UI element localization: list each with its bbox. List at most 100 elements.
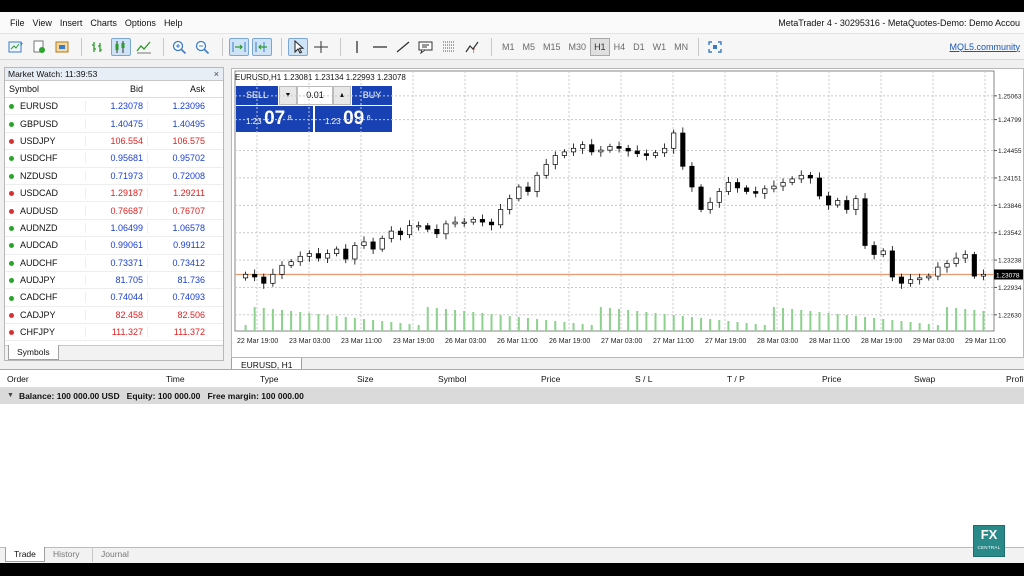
- y-tick-label: 1.24151: [998, 175, 1022, 182]
- auto-scroll-icon[interactable]: [229, 37, 249, 56]
- text-label-icon[interactable]: [416, 38, 436, 56]
- candle-body: [898, 276, 905, 284]
- logo-central: CENTRAL: [977, 545, 1001, 550]
- volume-bar: [372, 320, 375, 331]
- column-current-price[interactable]: Price: [822, 374, 841, 384]
- column-swap[interactable]: Swap: [914, 374, 935, 384]
- tab-journal[interactable]: Journal: [92, 547, 137, 562]
- period-h1[interactable]: H1: [590, 37, 610, 56]
- volume-bar: [536, 319, 539, 331]
- period-m5[interactable]: M5: [519, 38, 540, 56]
- menu-file[interactable]: File: [6, 18, 29, 28]
- ask-cell: 82.506: [147, 309, 209, 320]
- period-d1[interactable]: D1: [629, 38, 649, 56]
- y-tick-label: 1.22934: [998, 285, 1022, 292]
- column-size[interactable]: Size: [357, 374, 374, 384]
- chart-window[interactable]: EURUSD,H1 1.23081 1.23134 1.22993 1.2307…: [231, 68, 1024, 358]
- volume-bar: [827, 313, 830, 331]
- market-watch-row[interactable]: CADJPY 82.458 82.506: [5, 307, 223, 325]
- column-ask[interactable]: Ask: [147, 84, 209, 94]
- market-watch-row[interactable]: GBPUSD 1.40475 1.40495: [5, 115, 223, 133]
- column-time[interactable]: Time: [166, 374, 185, 384]
- market-watch-row[interactable]: NZDUSD 0.71973 0.72008: [5, 168, 223, 185]
- zoom-out-icon[interactable]: [193, 38, 213, 56]
- trendline-icon[interactable]: [393, 38, 413, 56]
- candle-body: [598, 149, 604, 153]
- menu-view[interactable]: View: [29, 18, 56, 28]
- balance-row[interactable]: ▼ Balance: 100 000.00 USD Equity: 100 00…: [0, 388, 1024, 404]
- column-price[interactable]: Price: [541, 374, 560, 384]
- menu-charts[interactable]: Charts: [86, 18, 121, 28]
- market-watch-row[interactable]: AUDCHF 0.73371 0.73412: [5, 255, 223, 272]
- market-watch-row[interactable]: USDJPY 106.554 106.575: [5, 133, 223, 151]
- candle-body: [698, 186, 704, 210]
- bid-cell: 1.23078: [85, 101, 147, 112]
- mql5-community-link[interactable]: MQL5.community: [949, 42, 1024, 52]
- market-watch-row[interactable]: AUDCAD 0.99061 0.99112: [5, 237, 223, 255]
- column-type[interactable]: Type: [260, 374, 278, 384]
- candle-body: [243, 273, 249, 279]
- cursor-icon[interactable]: [288, 37, 308, 56]
- market-watch-row[interactable]: CHFJPY 111.327 111.372: [5, 324, 223, 342]
- column-bid[interactable]: Bid: [85, 84, 147, 94]
- symbol-cell: CADCHF: [5, 292, 85, 302]
- menu-insert[interactable]: Insert: [56, 18, 87, 28]
- market-watch-row[interactable]: USDCAD 1.29187 1.29211: [5, 185, 223, 203]
- period-m30[interactable]: M30: [565, 38, 591, 56]
- line-chart-icon[interactable]: [134, 38, 154, 56]
- candle-body: [488, 221, 495, 226]
- candle-body: [798, 174, 804, 180]
- chart-shift-icon[interactable]: [252, 37, 272, 56]
- bid-cell: 0.76687: [85, 205, 147, 216]
- price-chart[interactable]: 22 Mar 19:00 23 Mar 03:00 23 Mar 11:00 23 M…: [232, 69, 1024, 358]
- column-order[interactable]: Order: [7, 374, 29, 384]
- candlestick-chart-icon[interactable]: [111, 37, 131, 56]
- market-watch-row[interactable]: USDCHF 0.95681 0.95702: [5, 150, 223, 168]
- market-watch-row[interactable]: AUDJPY 81.705 81.736: [5, 272, 223, 290]
- column-symbol[interactable]: Symbol: [438, 374, 466, 384]
- market-watch-icon[interactable]: [52, 38, 72, 56]
- market-watch-close-button[interactable]: ×: [214, 68, 219, 81]
- x-tick-label: 22 Mar 19:00: [237, 338, 278, 345]
- market-watch-row[interactable]: AUDNZD 1.06499 1.06578: [5, 220, 223, 238]
- period-mn[interactable]: MN: [670, 38, 692, 56]
- zoom-in-icon[interactable]: [170, 38, 190, 56]
- bid-cell: 82.458: [85, 309, 147, 320]
- menu-help[interactable]: Help: [160, 18, 187, 28]
- market-watch-row[interactable]: EURUSD 1.23078 1.23096: [5, 98, 223, 116]
- horizontal-line-icon[interactable]: [370, 38, 390, 56]
- period-w1[interactable]: W1: [649, 38, 671, 56]
- collapse-icon[interactable]: ▼: [7, 388, 14, 404]
- symbol-name: USDJPY: [20, 135, 56, 146]
- tab-symbols[interactable]: Symbols: [8, 345, 59, 360]
- column-take-profit[interactable]: T / P: [727, 374, 745, 384]
- tab-trade[interactable]: Trade: [5, 547, 45, 562]
- period-h4[interactable]: H4: [610, 38, 630, 56]
- market-watch-row[interactable]: AUDUSD 0.76687 0.76707: [5, 202, 223, 220]
- bar-chart-icon[interactable]: [88, 38, 108, 56]
- tab-history[interactable]: History: [45, 547, 87, 562]
- crosshair-icon[interactable]: [311, 38, 331, 56]
- profiles-icon[interactable]: [29, 38, 49, 56]
- volume-bar: [982, 311, 985, 331]
- period-m1[interactable]: M1: [498, 38, 519, 56]
- candle-body: [980, 273, 986, 277]
- menu-options[interactable]: Options: [121, 18, 160, 28]
- symbol-cell: AUDCAD: [5, 240, 85, 250]
- candle-body: [370, 241, 376, 250]
- column-stop-loss[interactable]: S / L: [635, 374, 652, 384]
- column-profit[interactable]: Profit: [1006, 374, 1024, 384]
- menu-bar: File View Insert Charts Options Help Met…: [0, 12, 1024, 34]
- volume-bar: [873, 318, 876, 331]
- indicators-icon[interactable]: f: [462, 38, 482, 56]
- fullscreen-icon[interactable]: [705, 38, 725, 56]
- fibonacci-icon[interactable]: [439, 38, 459, 56]
- candle-body: [707, 201, 713, 210]
- vertical-line-icon[interactable]: [347, 38, 367, 56]
- volume-bar: [326, 315, 329, 331]
- period-m15[interactable]: M15: [539, 38, 565, 56]
- new-chart-icon[interactable]: +: [6, 38, 26, 56]
- column-symbol[interactable]: Symbol: [5, 84, 85, 94]
- candle-body: [962, 254, 968, 259]
- market-watch-row[interactable]: CADCHF 0.74044 0.74093: [5, 289, 223, 307]
